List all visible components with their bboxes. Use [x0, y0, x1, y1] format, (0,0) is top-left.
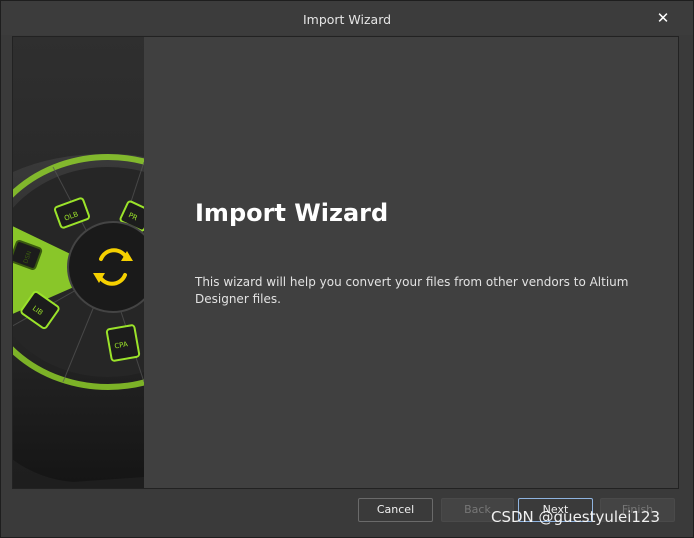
next-button[interactable]: Next: [518, 498, 593, 522]
title-bar[interactable]: Import Wizard ✕: [1, 1, 693, 35]
wizard-text-panel: Import Wizard This wizard will help you …: [144, 37, 678, 488]
import-wizard-window: Import Wizard ✕ OLB PR DSN LIB CPA Impor…: [0, 0, 694, 538]
finish-button[interactable]: Finish: [600, 498, 675, 522]
wizard-content: OLB PR DSN LIB CPA Import Wizard This wi…: [12, 36, 679, 489]
wizard-art-panel: OLB PR DSN LIB CPA: [13, 37, 144, 488]
page-title: Import Wizard: [195, 199, 389, 227]
wizard-description: This wizard will help you convert your f…: [195, 275, 629, 306]
cpa-file-icon: CPA: [105, 324, 141, 362]
cancel-button[interactable]: Cancel: [358, 498, 433, 522]
close-icon[interactable]: ✕: [653, 8, 673, 28]
import-art-graphic: OLB PR DSN LIB CPA: [13, 153, 144, 482]
back-button[interactable]: Back: [441, 498, 514, 522]
window-title: Import Wizard: [302, 12, 392, 27]
